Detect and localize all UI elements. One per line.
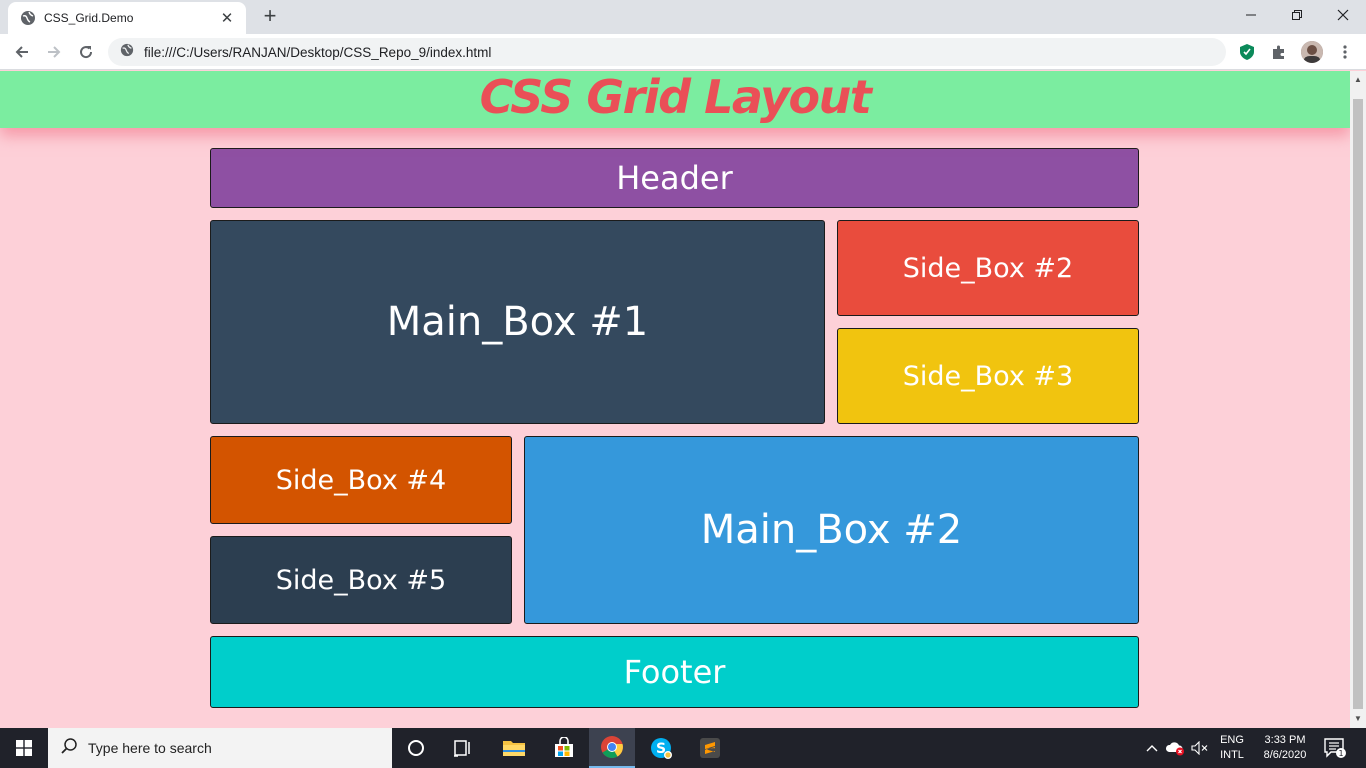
grid-side-box-4: Side_Box #4 — [210, 436, 512, 524]
skype-icon[interactable]: S — [638, 728, 684, 768]
volume-muted-icon[interactable] — [1189, 728, 1211, 768]
reload-icon — [80, 46, 93, 59]
language-primary: ENG — [1220, 734, 1244, 746]
search-placeholder: Type here to search — [88, 740, 212, 756]
grid-footer-box: Footer — [210, 636, 1139, 708]
back-arrow-icon — [15, 46, 28, 58]
grid-main-box-2: Main_Box #2 — [524, 436, 1139, 624]
grid-side-box-5: Side_Box #5 — [210, 536, 512, 624]
onedrive-error-icon[interactable] — [1164, 728, 1186, 768]
grid-header-box: Header — [210, 148, 1139, 208]
notification-count: 1 — [1338, 749, 1343, 758]
clock-date: 8/6/2020 — [1263, 749, 1307, 761]
forward-arrow-icon — [48, 46, 61, 58]
windows-logo-icon — [16, 740, 32, 756]
vertical-scrollbar[interactable]: ▲ ▼ — [1350, 71, 1366, 728]
grid-main-box-1: Main_Box #1 — [210, 220, 825, 424]
search-icon — [60, 737, 78, 760]
store-icon[interactable] — [541, 728, 587, 768]
browser-tab[interactable]: CSS_Grid.Demo ✕ — [8, 2, 246, 34]
page-info-icon[interactable] — [120, 43, 134, 62]
new-tab-button[interactable]: + — [258, 5, 282, 28]
action-center-icon[interactable]: 1 — [1320, 728, 1350, 768]
clock-time: 3:33 PM — [1264, 734, 1306, 746]
file-explorer-icon[interactable] — [491, 728, 537, 768]
taskbar-search-box[interactable]: Type here to search — [48, 728, 392, 768]
tab-title: CSS_Grid.Demo — [44, 11, 134, 25]
url-text[interactable]: file:///C:/Users/RANJAN/Desktop/CSS_Repo… — [144, 45, 491, 60]
task-view-icon[interactable] — [440, 728, 486, 768]
back-button[interactable] — [8, 38, 36, 66]
windows-start-button[interactable] — [0, 728, 48, 768]
tab-close-icon[interactable]: ✕ — [218, 9, 236, 27]
sublime-text-icon[interactable] — [687, 728, 733, 768]
scrollbar-thumb[interactable] — [1353, 99, 1363, 709]
title-banner: CSS Grid Layout — [0, 71, 1350, 128]
extensions-puzzle-icon[interactable] — [1268, 41, 1290, 63]
more-menu-icon[interactable] — [1334, 41, 1356, 63]
scroll-up-icon[interactable]: ▲ — [1350, 73, 1366, 87]
globe-icon — [20, 10, 36, 26]
browser-toolbar: file:///C:/Users/RANJAN/Desktop/CSS_Repo… — [0, 34, 1366, 70]
shield-extension-icon[interactable] — [1236, 41, 1258, 63]
restore-button[interactable] — [1274, 0, 1320, 30]
language-secondary: INTL — [1220, 749, 1244, 761]
forward-button[interactable] — [40, 38, 68, 66]
grid-side-box-2: Side_Box #2 — [837, 220, 1139, 316]
reload-button[interactable] — [72, 38, 100, 66]
page-viewport: CSS Grid Layout Header Main_Box #1 Side_… — [0, 71, 1350, 728]
page-title: CSS Grid Layout — [479, 71, 872, 124]
show-hidden-icons-chevron-icon[interactable] — [1143, 728, 1161, 768]
profile-avatar[interactable] — [1301, 41, 1323, 63]
tab-strip: CSS_Grid.Demo ✕ + — [0, 0, 1366, 34]
cortana-icon[interactable] — [393, 728, 439, 768]
scroll-down-icon[interactable]: ▼ — [1350, 712, 1366, 726]
grid-side-box-3: Side_Box #3 — [837, 328, 1139, 424]
system-clock[interactable]: 3:33 PM 8/6/2020 — [1252, 733, 1318, 763]
address-bar[interactable]: file:///C:/Users/RANJAN/Desktop/CSS_Repo… — [108, 38, 1226, 66]
input-language-indicator[interactable]: ENG INTL — [1212, 733, 1252, 763]
close-window-button[interactable] — [1320, 0, 1366, 30]
taskbar: Type here to search S ENG INTL 3:33 PM 8… — [0, 728, 1366, 768]
minimize-button[interactable] — [1228, 0, 1274, 30]
chrome-icon[interactable] — [589, 728, 635, 768]
